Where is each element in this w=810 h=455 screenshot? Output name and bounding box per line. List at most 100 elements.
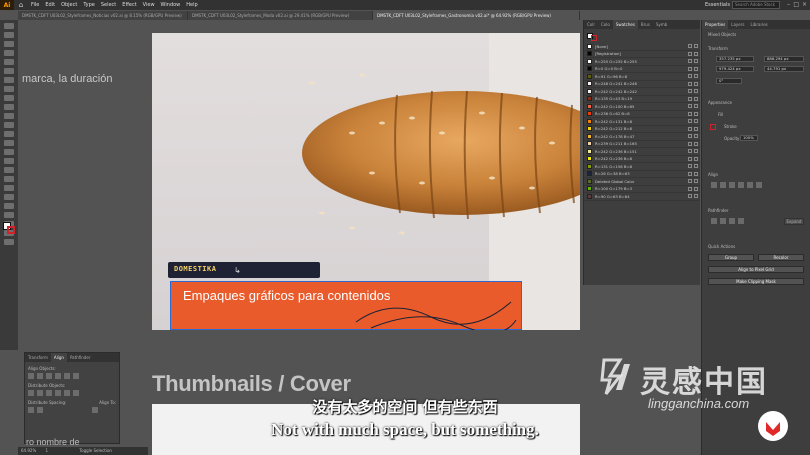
swatch-color-chip[interactable] [587,88,592,94]
rotate-tool-icon[interactable] [4,113,14,119]
swatch-item[interactable]: R=26 G=38 B=63 [584,171,700,178]
swatch-color-chip[interactable] [587,111,592,117]
tab-gastronomia[interactable]: DMSTK_CDFT U03L02_Styleframes_Gastronomi… [373,11,580,20]
swatch-item[interactable]: R=131 G=156 B=8 [584,163,700,171]
y-field[interactable]: 979.424 px [716,66,754,72]
graph-tool-icon[interactable] [4,212,14,218]
props-align-left-icon[interactable] [711,182,717,188]
exclude-icon[interactable] [738,218,744,224]
swatch-item[interactable]: R=242 G=236 B=8 [584,156,700,163]
props-align-middle-icon[interactable] [747,182,753,188]
swatch-item[interactable]: R=242 G=236 B=151 [584,148,700,156]
width-tool-icon[interactable] [4,131,14,137]
eraser-tool-icon[interactable] [4,104,14,110]
pencil-tool-icon[interactable] [4,95,14,101]
home-icon[interactable]: ⌂ [14,1,28,9]
recolor-button[interactable]: Recolor [758,254,804,261]
line-tool-icon[interactable] [4,86,14,92]
menu-object[interactable]: Object [61,2,77,8]
swatch-item[interactable]: Deleted Global Color [584,178,700,186]
swatch-color-chip[interactable] [587,58,592,64]
h-field[interactable]: 44.791 px [764,66,804,72]
symbol-sprayer-tool-icon[interactable] [4,203,14,209]
swatch-color-chip[interactable] [587,118,592,124]
swatch-color-chip[interactable] [587,51,592,57]
swatch-item[interactable]: R=242 G=242 B=242 [584,88,700,96]
swatch-color-chip[interactable] [587,171,592,177]
menu-view[interactable]: View [143,2,155,8]
make-clipping-mask-button[interactable]: Make Clipping Mask [708,278,804,285]
fill-stroke-swatch[interactable] [3,222,15,234]
minimize-icon[interactable]: – [787,1,790,8]
swatch-stroke-indicator[interactable] [591,35,597,41]
type-tool-icon[interactable] [4,77,14,83]
pen-tool-icon[interactable] [4,41,14,47]
tab-pathfinder[interactable]: Pathfinder [67,353,94,362]
direct-selection-tool-icon[interactable] [4,32,14,38]
swatch-item[interactable]: R=91 G=96 B=8 [584,73,700,81]
curvature-tool-icon[interactable] [4,50,14,56]
align-top-icon[interactable] [55,373,61,379]
swatch-item[interactable]: R=90 G=63 B=64 [584,193,700,201]
props-align-bottom-icon[interactable] [756,182,762,188]
swatch-color-chip[interactable] [587,193,592,199]
menu-select[interactable]: Select [101,2,116,8]
swatch-item[interactable]: R=242 G=212 B=8 [584,126,700,133]
swatch-color-chip[interactable] [587,148,592,154]
mesh-tool-icon[interactable] [4,167,14,173]
free-transform-tool-icon[interactable] [4,140,14,146]
align-left-icon[interactable] [28,373,34,379]
artboard-number[interactable]: 1 [46,448,49,453]
swatch-color-chip[interactable] [587,66,592,72]
props-align-center-icon[interactable] [720,182,726,188]
blend-tool-icon[interactable] [4,194,14,200]
swatch-item[interactable]: [Registration] [584,51,700,58]
unite-icon[interactable] [711,218,717,224]
swatch-item[interactable]: R=242 G=178 B=47 [584,133,700,141]
stroke-label[interactable]: Stroke [724,124,737,129]
opacity-field[interactable]: 100% [740,135,758,141]
tab-moda[interactable]: DMSTK_CDFT U03L02_Styleframes_Moda v02.a… [188,11,373,20]
selection-tool-icon[interactable] [4,23,14,29]
swatch-color-chip[interactable] [587,126,592,132]
gradient-tool-icon[interactable] [4,176,14,182]
workspace-switcher[interactable]: Essentials [705,2,730,8]
rectangle-tool-icon[interactable] [4,59,14,65]
menu-effect[interactable]: Effect [122,2,136,8]
w-field[interactable]: 886.294 px [764,56,804,62]
brush-tool-icon[interactable] [4,68,14,74]
group-button[interactable]: Group [708,254,754,261]
expand-button[interactable]: Expand [784,218,804,225]
swatch-item[interactable]: R=0 G=0 B=0 [584,66,700,73]
align-right-icon[interactable] [46,373,52,379]
eyedropper-tool-icon[interactable] [4,185,14,191]
close-icon[interactable]: × [802,1,807,8]
swatch-color-chip[interactable] [587,43,592,49]
swatch-color-chip[interactable] [587,178,592,184]
props-align-right-icon[interactable] [729,182,735,188]
tab-layers[interactable]: Layers [728,20,747,29]
swatch-color-chip[interactable] [587,156,592,162]
zoom-tool-icon[interactable] [4,239,14,245]
swatch-color-chip[interactable] [587,103,592,109]
stroke-icon[interactable] [710,124,716,130]
tab-color[interactable]: Colr [584,20,598,29]
tab-color-guide[interactable]: Colo [598,20,613,29]
menu-file[interactable]: File [31,2,39,8]
stock-search-input[interactable]: Search Adobe Stock [732,1,780,9]
tab-symbols[interactable]: Symb [653,20,670,29]
scale-tool-icon[interactable] [4,122,14,128]
swatch-item[interactable]: R=239 G=211 B=165 [584,141,700,148]
swatch-item[interactable]: [None] [584,43,700,51]
swatch-color-chip[interactable] [587,133,592,139]
swatch-item[interactable]: R=242 G=131 B=8 [584,118,700,126]
align-vcenter-icon[interactable] [64,373,70,379]
maximize-icon[interactable]: □ [793,1,799,8]
tab-align[interactable]: Align [50,353,67,362]
menu-window[interactable]: Window [161,2,181,8]
minus-front-icon[interactable] [720,218,726,224]
stroke-swatch[interactable] [7,226,15,234]
swatch-color-chip[interactable] [587,96,592,102]
tab-properties[interactable]: Properties [702,20,729,29]
align-hcenter-icon[interactable] [37,373,43,379]
